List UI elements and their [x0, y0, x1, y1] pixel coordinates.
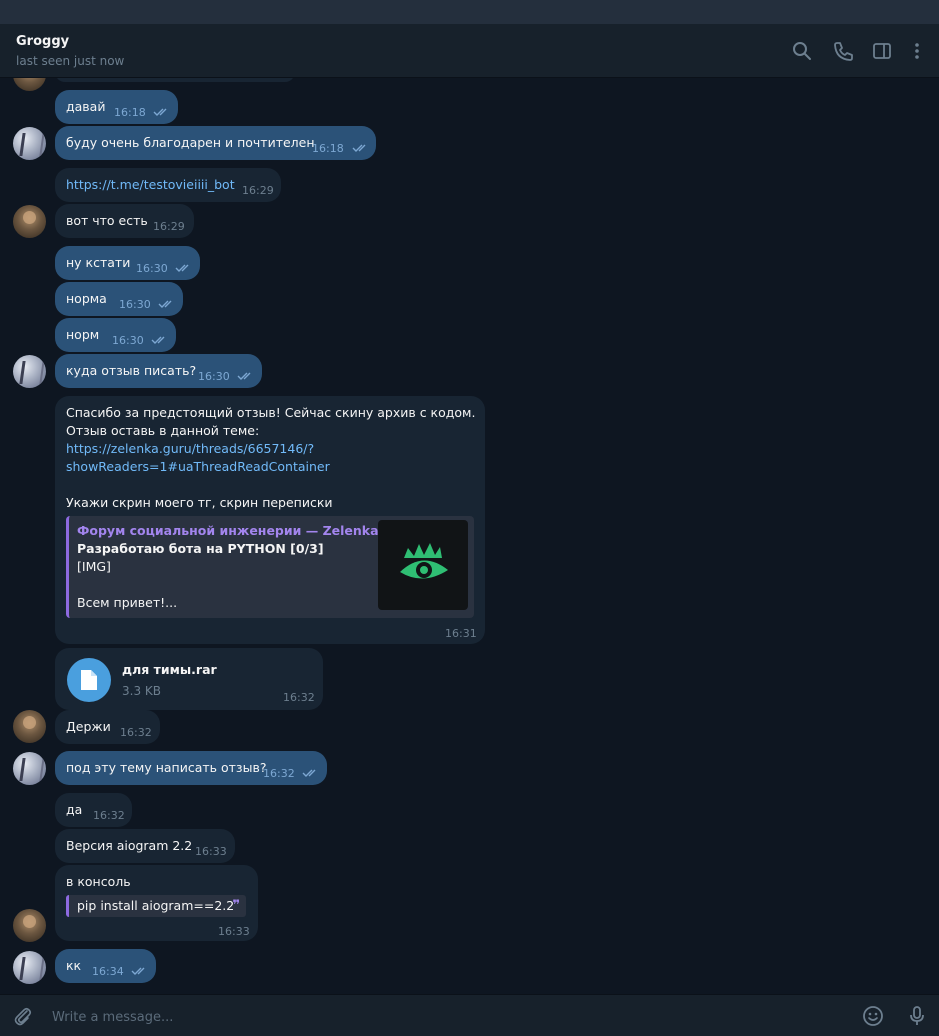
message-bubble[interactable]: вот что есть 16:29 [55, 204, 194, 238]
message-link[interactable]: https://t.me/testovieiiii_bot [66, 176, 235, 194]
message-text: куда отзыв писать? [66, 363, 197, 378]
message-text: норма [66, 291, 107, 306]
peer-avatar[interactable] [13, 78, 46, 91]
message-text: под эту тему написать отзыв? [66, 760, 267, 775]
message-time: 16:30 [136, 262, 168, 275]
message-time: 16:33 [218, 925, 250, 938]
message-text: в консоль [66, 874, 131, 889]
message-link[interactable]: showReaders=1#uaThreadReadContainer [66, 458, 330, 476]
emoji-icon[interactable] [862, 1005, 884, 1027]
preview-body: Всем привет!... [77, 595, 178, 610]
message-time: 16:18 [114, 106, 146, 119]
phone-icon[interactable] [832, 40, 854, 62]
message-bubble[interactable]: Версия aiogram 2.2 16:33 [55, 829, 235, 863]
message-text: буду очень благодарен и почтителен [66, 135, 315, 150]
message-time: 16:33 [195, 845, 227, 858]
window-top-strip [0, 0, 939, 24]
file-size: 3.3 KB [122, 684, 161, 698]
message-bubble[interactable]: кк 16:34 [55, 949, 156, 983]
quote-icon: ❞ [232, 898, 240, 913]
message-time: 16:32 [283, 691, 315, 704]
sidebar-toggle-icon[interactable] [871, 40, 893, 62]
message-time: 16:34 [92, 965, 124, 978]
message-text: кк [66, 958, 82, 973]
message-time: 16:30 [119, 298, 151, 311]
message-bubble[interactable]: Держи 16:32 [55, 710, 160, 744]
message-text: Держи [66, 719, 111, 734]
own-avatar[interactable] [13, 355, 46, 388]
message-input[interactable] [52, 1007, 832, 1027]
read-check-icon [237, 371, 255, 381]
message-time: 16:32 [120, 726, 152, 739]
message-time: 16:31 [445, 627, 477, 640]
chat-header: Groggy last seen just now [0, 24, 939, 78]
preview-eye-logo-icon [378, 520, 468, 610]
message-bubble[interactable]: давай 16:18 [55, 90, 178, 124]
own-avatar[interactable] [13, 752, 46, 785]
message-bubble[interactable]: куда отзыв писать? 16:30 [55, 354, 262, 388]
message-text: ну кстати [66, 255, 131, 270]
message-time: 16:30 [198, 370, 230, 383]
read-check-icon [352, 143, 370, 153]
message-bubble[interactable]: буду очень благодарен и почтителен 16:18 [55, 126, 376, 160]
message-time: 16:32 [93, 809, 125, 822]
message-composer [0, 994, 939, 1036]
peer-avatar[interactable] [13, 909, 46, 942]
message-time: 16:29 [153, 220, 185, 233]
message-bubble[interactable]: да 16:32 [55, 793, 132, 827]
file-name: для тимы.rar [122, 662, 217, 677]
file-download-icon[interactable] [67, 658, 111, 702]
message-bubble[interactable]: норма 16:30 [55, 282, 183, 316]
own-avatar[interactable] [13, 951, 46, 984]
previous-message-bubble [55, 78, 295, 82]
attach-icon[interactable] [12, 1005, 34, 1027]
message-text: давай [66, 99, 106, 114]
message-text-line: Укажи скрин моего тг, скрин переписки [66, 495, 333, 510]
link-preview[interactable]: Форум социальной инженерии — Zelenka....… [66, 516, 474, 618]
message-text: вот что есть [66, 213, 148, 228]
read-check-icon [175, 263, 193, 273]
microphone-icon[interactable] [906, 1005, 928, 1027]
code-text: pip install aiogram==2.2 [77, 898, 235, 913]
read-check-icon [153, 107, 171, 117]
read-check-icon [131, 966, 149, 976]
message-text-line: Отзыв оставь в данной теме: [66, 423, 260, 438]
chat-title[interactable]: Groggy [16, 34, 69, 49]
message-bubble[interactable]: в консоль pip install aiogram==2.2 ❞ 16:… [55, 865, 258, 941]
message-text-line: Спасибо за предстоящий отзыв! Сейчас ски… [66, 405, 476, 420]
preview-title: Разработаю бота на PYTHON [0/3] [77, 541, 324, 556]
message-text: Версия aiogram 2.2 [66, 838, 193, 853]
more-icon[interactable] [906, 40, 928, 62]
preview-img-tag: [IMG] [77, 559, 111, 574]
preview-site-name: Форум социальной инженерии — Zelenka.... [77, 523, 398, 538]
search-icon[interactable] [791, 40, 813, 62]
message-bubble[interactable]: https://t.me/testovieiiii_bot 16:29 [55, 168, 281, 202]
peer-avatar[interactable] [13, 710, 46, 743]
read-check-icon [158, 299, 176, 309]
message-time: 16:32 [263, 767, 295, 780]
message-time: 16:29 [242, 184, 274, 197]
message-bubble[interactable]: норм 16:30 [55, 318, 176, 352]
own-avatar[interactable] [13, 127, 46, 160]
message-text: норм [66, 327, 100, 342]
message-text: да [66, 802, 83, 817]
message-bubble[interactable]: ну кстати 16:30 [55, 246, 200, 280]
message-link[interactable]: https://zelenka.guru/threads/6657146/? [66, 440, 314, 458]
message-bubble[interactable]: Спасибо за предстоящий отзыв! Сейчас ски… [55, 396, 485, 644]
code-block[interactable]: pip install aiogram==2.2 ❞ [66, 895, 246, 917]
last-seen-status: last seen just now [16, 54, 125, 68]
message-time: 16:30 [112, 334, 144, 347]
message-time: 16:18 [312, 142, 344, 155]
file-message-bubble[interactable]: для тимы.rar 3.3 KB 16:32 [55, 648, 323, 710]
read-check-icon [302, 768, 320, 778]
read-check-icon [151, 335, 169, 345]
message-list[interactable]: давай 16:18 буду очень благодарен и почт… [0, 78, 939, 994]
message-bubble[interactable]: под эту тему написать отзыв? 16:32 [55, 751, 327, 785]
peer-avatar[interactable] [13, 205, 46, 238]
